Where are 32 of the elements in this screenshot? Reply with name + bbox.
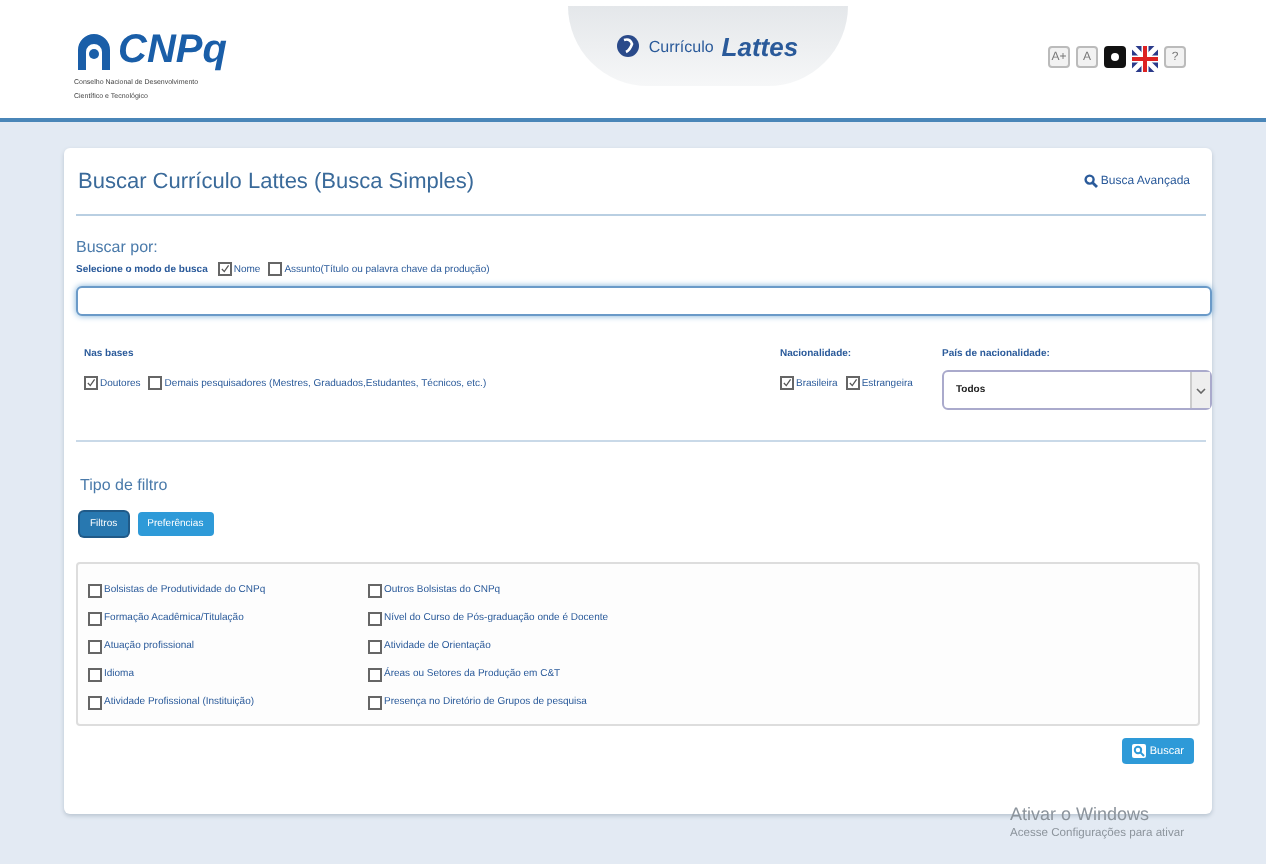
checked-checkbox[interactable] — [845, 376, 860, 390]
circle-icon — [1109, 52, 1120, 62]
app-subtitle: Currículo — [648, 37, 714, 55]
section-heading: Tipo de filtro — [80, 476, 170, 494]
checkbox[interactable] — [268, 262, 283, 276]
logo-text: CNPq — [118, 28, 227, 74]
chevron-down-icon — [1196, 387, 1206, 393]
checkbox[interactable] — [368, 583, 382, 597]
search-field[interactable] — [76, 286, 1212, 316]
checkbox[interactable] — [368, 611, 382, 625]
checkbox[interactable] — [88, 583, 102, 597]
checkbox[interactable] — [88, 611, 102, 625]
logo-icon — [74, 33, 114, 69]
checkbox[interactable] — [88, 639, 102, 653]
checkbox[interactable] — [368, 639, 382, 653]
section-heading: Buscar por: — [76, 238, 160, 256]
checkbox[interactable] — [88, 695, 102, 709]
contrast-button[interactable] — [1103, 46, 1126, 68]
checked-checkbox[interactable] — [84, 376, 98, 390]
checked-checkbox[interactable] — [780, 376, 794, 390]
search-icon — [1131, 744, 1146, 758]
checkbox[interactable] — [368, 667, 382, 681]
checkbox[interactable] — [368, 695, 382, 709]
panel-title: Buscar Currículo Lattes (Busca Simples) — [78, 169, 475, 193]
app-title: Lattes — [721, 31, 799, 61]
checkbox[interactable] — [88, 667, 102, 681]
checkbox[interactable] — [148, 376, 163, 390]
activation-notice-title: Ativar o Windows — [1010, 804, 1150, 824]
flag-icon[interactable] — [1131, 46, 1158, 72]
search-icon — [1084, 174, 1099, 188]
globe-icon — [616, 34, 641, 58]
checked-checkbox[interactable] — [217, 262, 232, 276]
